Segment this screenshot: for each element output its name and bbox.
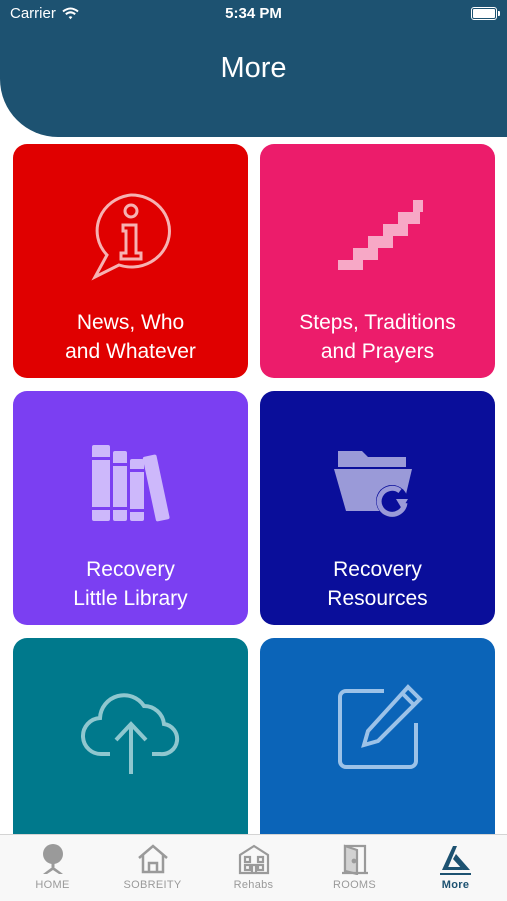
- status-bar: Carrier 5:34 PM: [0, 0, 507, 28]
- page-title: More: [220, 52, 287, 84]
- info-speech-bubble-icon: [13, 180, 248, 290]
- edit-icon: [260, 674, 495, 784]
- tile-label: Recovery Resources: [327, 558, 428, 610]
- tab-label: More: [441, 879, 470, 891]
- status-time: 5:34 PM: [225, 5, 282, 22]
- tile-upload[interactable]: [13, 638, 248, 834]
- tab-more[interactable]: More: [405, 835, 506, 901]
- stairs-icon: [260, 180, 495, 290]
- chair-icon: [2, 843, 103, 875]
- tile-resources[interactable]: Recovery Resources: [260, 391, 495, 625]
- more-logo-icon: [405, 843, 506, 875]
- tab-rooms[interactable]: ROOMS: [304, 835, 405, 901]
- house-icon: [102, 843, 203, 875]
- building-icon: [203, 843, 304, 875]
- menu-grid: News, Who and Whatever Steps, Traditions…: [13, 144, 495, 834]
- tab-label: HOME: [35, 879, 70, 891]
- books-icon: [13, 427, 248, 537]
- tab-sobreity[interactable]: SOBREITY: [102, 835, 203, 901]
- tab-home[interactable]: HOME: [2, 835, 103, 901]
- tab-label: Rehabs: [233, 879, 274, 891]
- tile-library[interactable]: Recovery Little Library: [13, 391, 248, 625]
- tab-rehabs[interactable]: Rehabs: [203, 835, 304, 901]
- tab-bar: HOME SOBREITY Rehabs ROOMS More: [0, 834, 507, 901]
- tile-label: Recovery Little Library: [73, 558, 188, 610]
- tile-steps[interactable]: Steps, Traditions and Prayers: [260, 144, 495, 378]
- tile-label: News, Who and Whatever: [65, 311, 196, 363]
- door-icon: [304, 843, 405, 875]
- folder-refresh-icon: [260, 427, 495, 537]
- active-tab-indicator: [440, 873, 471, 875]
- battery-icon: [471, 7, 500, 20]
- tile-news[interactable]: News, Who and Whatever: [13, 144, 248, 378]
- cloud-upload-icon: [13, 674, 248, 784]
- tile-edit[interactable]: [260, 638, 495, 834]
- tab-label: ROOMS: [332, 879, 377, 891]
- tab-label: SOBREITY: [123, 879, 182, 891]
- tile-label: Steps, Traditions and Prayers: [299, 311, 456, 363]
